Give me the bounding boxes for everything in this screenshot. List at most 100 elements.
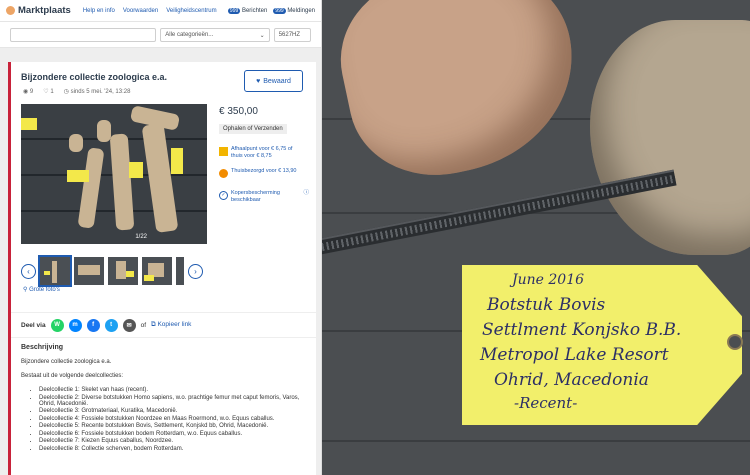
share-label: Deel via bbox=[21, 321, 46, 329]
bone-shape bbox=[52, 261, 57, 283]
pickup-text: Afhaalpunt voor € 6,75 of thuis voor € 8… bbox=[231, 146, 293, 160]
tag-line: June 2016 bbox=[512, 272, 585, 288]
delivery-text: Thuisbezorgd voor € 13,90 bbox=[231, 168, 297, 174]
search-bar: Alle categorieën... ⌄ 5627HZ bbox=[0, 22, 321, 48]
list-item: Deelcollectie 7: Kiezen Equus caballus, … bbox=[39, 438, 311, 444]
notifications-link[interactable]: 999 Meldingen bbox=[273, 7, 315, 14]
tag-shape bbox=[144, 275, 154, 281]
favorites-stat: ♡ 1 bbox=[43, 88, 53, 95]
tag-line: -Recent- bbox=[514, 394, 578, 412]
thumbnail[interactable] bbox=[142, 257, 172, 285]
listing-screenshot: Marktplaats Help en info Voorwaarden Vei… bbox=[0, 0, 322, 475]
notifications-badge: 999 bbox=[273, 7, 286, 14]
favorites-count: 1 bbox=[50, 89, 54, 95]
bone-shape bbox=[69, 134, 83, 152]
delivery-option: Thuisbezorgd voor € 13,90 bbox=[219, 168, 303, 178]
tag-shape bbox=[67, 170, 89, 182]
list-item: Deelcollectie 2: Diverse botstukken Homo… bbox=[39, 395, 311, 407]
save-button[interactable]: ♥ Bewaard bbox=[244, 70, 303, 92]
tag-shape bbox=[126, 271, 134, 277]
description: Beschrijving Bijzondere collectie zoolog… bbox=[21, 344, 311, 453]
clock-icon: ◷ bbox=[63, 89, 69, 95]
twitter-icon[interactable]: t bbox=[104, 318, 118, 332]
messages-label: Berichten bbox=[241, 7, 268, 14]
copy-link-label: Kopieer link bbox=[157, 321, 192, 328]
description-intro: Bijzondere collectie zoologica e.a. bbox=[21, 359, 112, 365]
bone-shape bbox=[97, 120, 111, 142]
heart-filled-icon: ♥ bbox=[256, 77, 261, 85]
shield-icon: ✓ bbox=[219, 191, 228, 200]
thumbnail[interactable] bbox=[108, 257, 138, 285]
pickup-option: Afhaalpunt voor € 6,75 of thuis voor € 8… bbox=[219, 146, 303, 160]
marktplaats-logo[interactable]: Marktplaats bbox=[6, 5, 71, 16]
large-photos-label: Grote foto's bbox=[29, 287, 60, 293]
tag-shape bbox=[44, 271, 50, 275]
email-icon[interactable]: ✉ bbox=[122, 318, 136, 332]
thumbnail[interactable] bbox=[176, 257, 184, 285]
facebook-icon[interactable]: f bbox=[86, 318, 100, 332]
messages-badge: 999 bbox=[227, 7, 241, 14]
date-stat: ◷ sinds 5 mei. '24, 13:28 bbox=[64, 88, 131, 95]
list-item: Deelcollectie 1: Skelet van haas (recent… bbox=[39, 387, 311, 393]
search-input[interactable] bbox=[10, 27, 157, 42]
listing-stats: ◉ 9 ♡ 1 ◷ sinds 5 mei. '24, 13:28 bbox=[23, 88, 130, 95]
eye-icon: ◉ bbox=[23, 89, 29, 95]
thumbnail[interactable] bbox=[38, 255, 72, 287]
tag-hole bbox=[727, 334, 743, 350]
zip-input[interactable]: 5627HZ bbox=[273, 27, 311, 42]
tag-shape bbox=[21, 118, 37, 130]
bone-shape bbox=[78, 265, 100, 275]
views-stat: ◉ 9 bbox=[23, 88, 33, 95]
composite-image: Marktplaats Help en info Voorwaarden Vei… bbox=[0, 0, 750, 475]
logo-icon bbox=[6, 6, 15, 15]
views-count: 9 bbox=[29, 89, 34, 95]
main-photo[interactable]: 1/22 bbox=[21, 104, 207, 244]
chevron-left-icon[interactable]: ‹ bbox=[21, 263, 36, 279]
share-row: Deel via W m f t ✉ of ⧉ Kopieer link bbox=[11, 312, 316, 338]
board-seam bbox=[322, 440, 750, 442]
tag-shape bbox=[171, 148, 183, 174]
messenger-icon[interactable]: m bbox=[68, 318, 82, 332]
help-link[interactable]: Help en info bbox=[83, 8, 115, 14]
bone-fragment bbox=[590, 20, 750, 255]
category-value: Alle categorieën... bbox=[165, 31, 214, 38]
bone-photo: June 2016 Botstuk Bovis Settlment Konjsk… bbox=[322, 0, 750, 475]
terms-link[interactable]: Voorwaarden bbox=[123, 8, 158, 14]
photo-counter: 1/22 bbox=[135, 234, 147, 240]
thumbnail[interactable] bbox=[74, 257, 104, 285]
thumbnail-strip: ‹ › bbox=[21, 255, 209, 287]
tag-line: Botstuk Bovis bbox=[487, 295, 606, 315]
list-item: Deelcollectie 5: Recente botstukken Bovi… bbox=[39, 423, 311, 429]
description-sub: Bestaat uit de volgende deelcollecties: bbox=[21, 373, 124, 379]
top-navigation: Marktplaats Help en info Voorwaarden Vei… bbox=[0, 0, 321, 22]
bone-shape bbox=[77, 147, 105, 229]
bone-shape bbox=[116, 261, 126, 279]
logo-text: Marktplaats bbox=[18, 5, 71, 16]
listing-card: Bijzondere collectie zoologica e.a. ◉ 9 … bbox=[8, 62, 316, 475]
share-or: of bbox=[140, 321, 146, 329]
copy-link-button[interactable]: ⧉ Kopieer link bbox=[151, 321, 191, 329]
whatsapp-icon[interactable]: W bbox=[50, 318, 64, 332]
list-item: Deelcollectie 6: Fossiele botstukken bod… bbox=[39, 431, 311, 437]
chevron-right-icon[interactable]: › bbox=[188, 263, 203, 279]
bone-fragment bbox=[325, 0, 593, 192]
tag-line: Ohrid, Macedonia bbox=[494, 370, 649, 390]
heart-icon: ♡ bbox=[43, 89, 49, 95]
safety-link[interactable]: Veiligheidscentrum bbox=[166, 8, 216, 14]
tag-line: Metropol Lake Resort bbox=[480, 345, 669, 365]
price: € 350,00 bbox=[219, 106, 258, 117]
listing-date: sinds 5 mei. '24, 13:28 bbox=[70, 89, 131, 95]
collection-list: Deelcollectie 1: Skelet van haas (recent… bbox=[21, 387, 311, 452]
delivery-icon bbox=[219, 169, 228, 178]
category-select[interactable]: Alle categorieën... ⌄ bbox=[160, 27, 270, 42]
buyer-protection[interactable]: ✓ Kopersbescherming beschikbaar ⓘ bbox=[219, 190, 309, 204]
tag-line: Settlment Konjsko B.B. bbox=[482, 320, 682, 340]
link-icon: ⧉ bbox=[151, 321, 156, 328]
list-item: Deelcollectie 4: Fossiele botstukken Noo… bbox=[39, 416, 311, 422]
large-photos-link[interactable]: ⚲ Grote foto's bbox=[23, 286, 60, 293]
info-icon: ⓘ bbox=[303, 190, 309, 196]
list-item: Deelcollectie 3: Grotmateriaal, Kuratika… bbox=[39, 408, 311, 414]
tag-shape bbox=[129, 162, 143, 178]
messages-link[interactable]: 999 Berichten bbox=[227, 7, 268, 14]
description-heading: Beschrijving bbox=[21, 344, 64, 351]
